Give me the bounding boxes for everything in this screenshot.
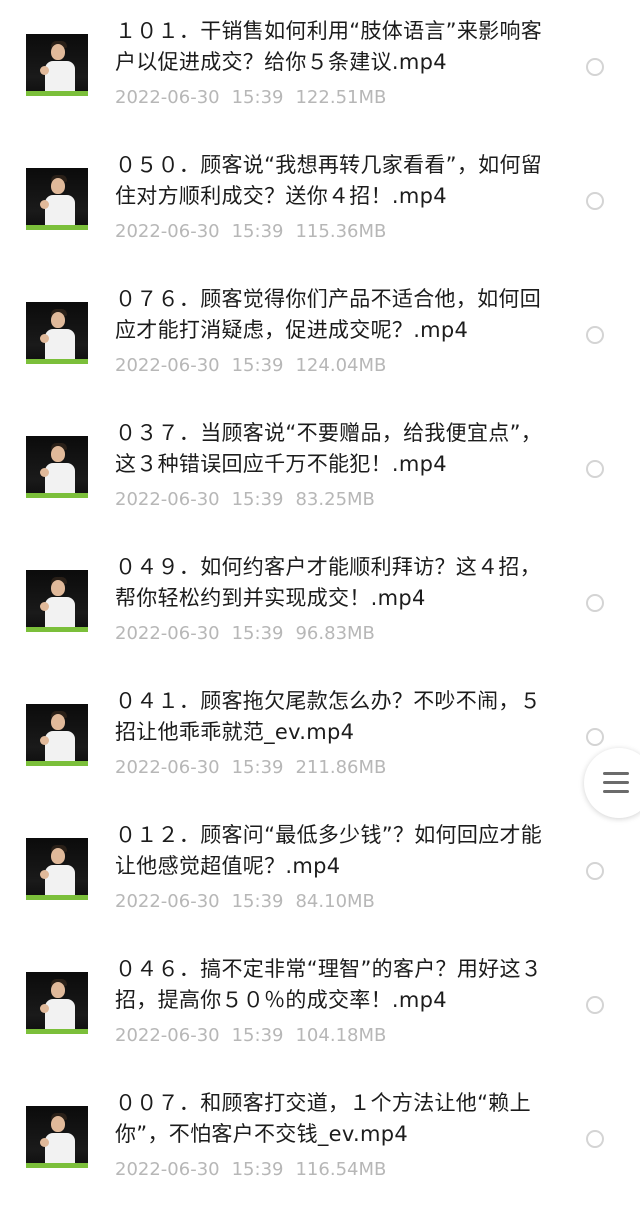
video-thumbnail-icon[interactable] [26,436,88,498]
file-row[interactable]: ０４９．如何约客户才能顺利拜访？这４招，帮你轻松约到并实现成交！.mp4 2022… [0,536,640,670]
file-row[interactable]: ０７６．顾客觉得你们产品不适合他，如何回应才能打消疑虑，促进成交呢？.mp4 20… [0,268,640,402]
file-time: 15:39 [231,1025,284,1046]
file-meta: 2022-06-30 15:39 122.51MB [115,86,398,110]
file-size: 96.83MB [295,623,375,644]
file-meta: 2022-06-30 15:39 116.54MB [115,1158,398,1182]
file-name[interactable]: ０１２．顾客问“最低多少钱”？如何回应才能让他感觉超值呢？.mp4 [115,820,560,882]
file-name[interactable]: ０７６．顾客觉得你们产品不适合他，如何回应才能打消疑虑，促进成交呢？.mp4 [115,284,560,346]
file-date: 2022-06-30 [115,221,220,242]
file-meta: 2022-06-30 15:39 211.86MB [115,756,398,780]
hamburger-menu-icon-line [603,790,629,793]
file-size: 84.10MB [295,891,375,912]
video-thumbnail-icon[interactable] [26,1106,88,1168]
file-row[interactable]: ０４６．搞不定非常“理智”的客户？用好这３招，提高你５０％的成交率！.mp4 20… [0,938,640,1072]
file-size: 124.04MB [295,355,387,376]
video-thumbnail-icon[interactable] [26,302,88,364]
video-thumbnail-icon[interactable] [26,570,88,632]
file-row[interactable]: ０３７．当顾客说“不要赠品，给我便宜点”，这３种错误回应千万不能犯！.mp4 20… [0,402,640,536]
file-date: 2022-06-30 [115,355,220,376]
file-date: 2022-06-30 [115,1025,220,1046]
select-radio-button[interactable] [586,728,604,746]
file-row[interactable]: ０１２．顾客问“最低多少钱”？如何回应才能让他感觉超值呢？.mp4 2022-06… [0,804,640,938]
select-radio-button[interactable] [586,58,604,76]
select-radio-button[interactable] [586,460,604,478]
file-size: 83.25MB [295,489,375,510]
file-time: 15:39 [231,355,284,376]
file-date: 2022-06-30 [115,87,220,108]
file-date: 2022-06-30 [115,489,220,510]
file-meta: 2022-06-30 15:39 84.10MB [115,890,387,914]
select-radio-button[interactable] [586,996,604,1014]
select-radio-button[interactable] [586,862,604,880]
file-date: 2022-06-30 [115,891,220,912]
file-name[interactable]: １０１．干销售如何利用“肢体语言”来影响客户以促进成交？给你５条建议.mp4 [115,16,560,78]
file-meta: 2022-06-30 15:39 96.83MB [115,622,387,646]
file-meta: 2022-06-30 15:39 124.04MB [115,354,398,378]
select-radio-button[interactable] [586,1130,604,1148]
file-size: 116.54MB [295,1159,387,1180]
file-meta: 2022-06-30 15:39 83.25MB [115,488,387,512]
file-meta: 2022-06-30 15:39 115.36MB [115,220,398,244]
file-row[interactable]: ０４１．顾客拖欠尾款怎么办？不吵不闹，５招让他乖乖就范_ev.mp4 2022-0… [0,670,640,804]
video-thumbnail-icon[interactable] [26,704,88,766]
file-time: 15:39 [231,221,284,242]
file-name[interactable]: ００７．和顾客打交道，１个方法让他“赖上你”，不怕客户不交钱_ev.mp4 [115,1088,560,1150]
file-date: 2022-06-30 [115,623,220,644]
select-radio-button[interactable] [586,192,604,210]
file-row[interactable]: ０５０．顾客说“我想再转几家看看”，如何留住对方顺利成交？送你４招！.mp4 20… [0,134,640,268]
file-time: 15:39 [231,1159,284,1180]
file-size: 104.18MB [295,1025,387,1046]
video-thumbnail-icon[interactable] [26,972,88,1034]
file-name[interactable]: ０５０．顾客说“我想再转几家看看”，如何留住对方顺利成交？送你４招！.mp4 [115,150,560,212]
file-row[interactable]: ００７．和顾客打交道，１个方法让他“赖上你”，不怕客户不交钱_ev.mp4 202… [0,1072,640,1206]
file-time: 15:39 [231,757,284,778]
select-radio-button[interactable] [586,326,604,344]
file-name[interactable]: ０４９．如何约客户才能顺利拜访？这４招，帮你轻松约到并实现成交！.mp4 [115,552,560,614]
file-size: 211.86MB [295,757,387,778]
file-list: １０１．干销售如何利用“肢体语言”来影响客户以促进成交？给你５条建议.mp4 20… [0,0,640,1189]
hamburger-menu-icon [603,772,629,775]
file-time: 15:39 [231,623,284,644]
file-size: 122.51MB [295,87,387,108]
select-radio-button[interactable] [586,594,604,612]
video-thumbnail-icon[interactable] [26,34,88,96]
file-size: 115.36MB [295,221,387,242]
video-thumbnail-icon[interactable] [26,838,88,900]
hamburger-menu-icon-line [603,781,629,784]
file-date: 2022-06-30 [115,757,220,778]
file-meta: 2022-06-30 15:39 104.18MB [115,1024,398,1048]
video-thumbnail-icon[interactable] [26,168,88,230]
file-row[interactable]: １０１．干销售如何利用“肢体语言”来影响客户以促进成交？给你５条建议.mp4 20… [0,0,640,134]
file-time: 15:39 [231,87,284,108]
file-time: 15:39 [231,489,284,510]
file-name[interactable]: ０３７．当顾客说“不要赠品，给我便宜点”，这３种错误回应千万不能犯！.mp4 [115,418,560,480]
file-name[interactable]: ０４６．搞不定非常“理智”的客户？用好这３招，提高你５０％的成交率！.mp4 [115,954,560,1016]
file-time: 15:39 [231,891,284,912]
file-name[interactable]: ０４１．顾客拖欠尾款怎么办？不吵不闹，５招让他乖乖就范_ev.mp4 [115,686,560,748]
file-date: 2022-06-30 [115,1159,220,1180]
